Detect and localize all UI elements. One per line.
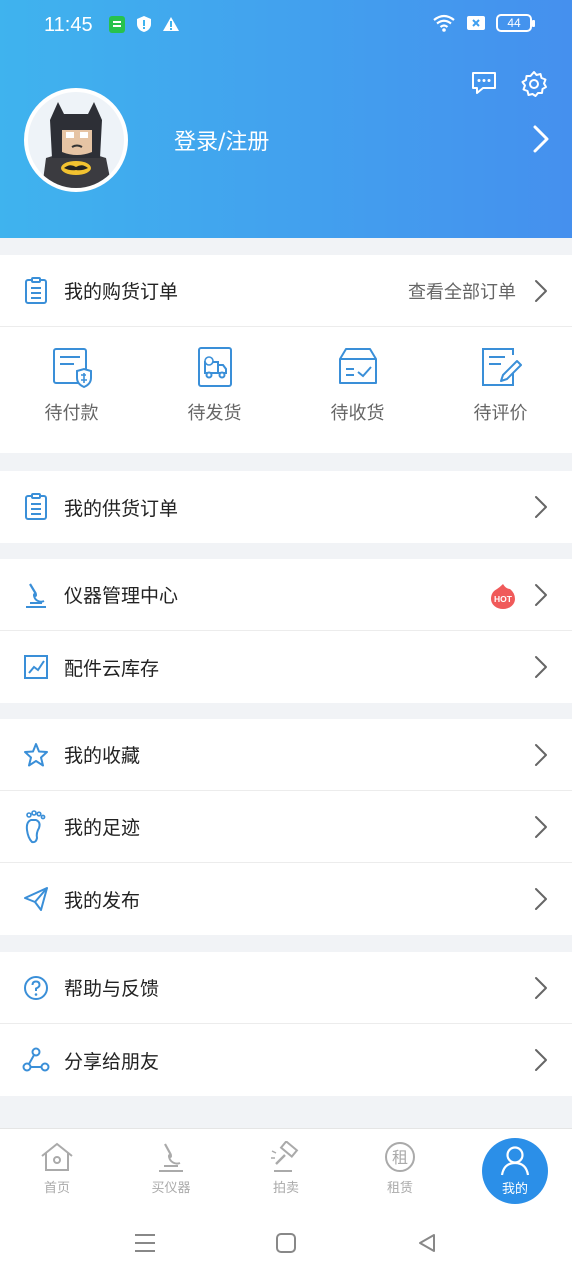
support-card: 帮助与反馈 分享给朋友 [0, 952, 572, 1096]
tab-rental[interactable]: 租 租赁 [343, 1129, 457, 1211]
user-icon [500, 1146, 530, 1176]
status-bar: 11:45 44 [0, 0, 572, 52]
supply-orders-row[interactable]: 我的供货订单 [0, 471, 572, 543]
microscope-icon [26, 583, 46, 608]
instrument-card: 仪器管理中心 HOT 配件云库存 [0, 559, 572, 703]
pending-shipment-icon [197, 347, 232, 387]
battery-indicator: 44 [496, 14, 535, 32]
share-friends-label: 分享给朋友 [64, 1050, 160, 1073]
chevron-right-icon [535, 816, 547, 838]
personal-card: 我的收藏 我的足迹 我的发布 [0, 719, 572, 935]
pending-review-button[interactable]: 待评价 [429, 327, 572, 453]
rental-icon-glyph: 租 [392, 1148, 408, 1167]
purchase-orders-label: 我的购货订单 [64, 281, 179, 303]
tab-buy-instruments-label: 买仪器 [151, 1181, 191, 1196]
purchase-orders-row[interactable]: 我的购货订单 查看全部订单 [0, 255, 572, 327]
parts-cloud-inventory-row[interactable]: 配件云库存 [0, 631, 572, 703]
status-time: 11:45 [44, 14, 93, 36]
chevron-right-icon [535, 584, 547, 606]
help-feedback-row[interactable]: 帮助与反馈 [0, 952, 572, 1024]
pending-payment-icon [52, 348, 92, 389]
clipboard-list-icon [25, 493, 47, 520]
chevron-right-icon [535, 1049, 547, 1071]
app-notification-icon [109, 16, 125, 33]
instrument-management-row[interactable]: 仪器管理中心 HOT [0, 559, 572, 631]
share-icon [22, 1047, 50, 1072]
pending-payment-button[interactable]: 待付款 [0, 327, 143, 453]
pending-shipment-label: 待发货 [187, 403, 242, 424]
purchase-orders-card: 我的购货订单 查看全部订单 待付款 待发货 待收货 待评价 [0, 255, 572, 453]
gavel-icon [271, 1141, 299, 1172]
home-icon [41, 1142, 73, 1171]
clipboard-list-icon [25, 277, 47, 304]
chevron-right-icon [535, 656, 547, 678]
tab-auction-label: 拍卖 [272, 1181, 299, 1196]
my-footprints-label: 我的足迹 [64, 817, 141, 839]
tab-auction[interactable]: 拍卖 [229, 1129, 343, 1211]
pending-shipment-button[interactable]: 待发货 [143, 327, 286, 453]
instrument-management-label: 仪器管理中心 [64, 585, 179, 607]
tab-rental-label: 租赁 [386, 1181, 413, 1196]
system-navigation-bar [0, 1210, 572, 1280]
settings-gear-icon[interactable] [520, 70, 548, 98]
chevron-right-icon [535, 496, 547, 518]
hot-badge-icon: HOT [491, 584, 515, 609]
my-posts-label: 我的发布 [64, 889, 141, 912]
my-favorites-label: 我的收藏 [64, 745, 141, 767]
tab-mine-label: 我的 [501, 1182, 528, 1197]
tab-buy-instruments[interactable]: 买仪器 [114, 1129, 228, 1211]
back-triangle-icon[interactable] [416, 1232, 438, 1254]
batman-avatar-icon [28, 92, 124, 188]
tab-home[interactable]: 首页 [0, 1129, 114, 1211]
tab-home-label: 首页 [43, 1181, 70, 1196]
question-circle-icon [24, 976, 48, 1000]
star-icon [24, 743, 48, 767]
shield-icon [137, 16, 151, 32]
my-favorites-row[interactable]: 我的收藏 [0, 719, 572, 791]
profile-header: 11:45 44 登录/注册 [0, 0, 572, 238]
menu-icon[interactable] [134, 1232, 156, 1254]
home-square-icon[interactable] [275, 1232, 297, 1254]
paper-plane-icon [24, 887, 48, 911]
microscope-icon [159, 1143, 183, 1172]
sim-off-icon [467, 16, 485, 30]
pending-review-icon [481, 348, 522, 386]
pending-receipt-icon [338, 348, 377, 384]
chart-line-icon [24, 655, 48, 679]
order-status-shortcuts: 待付款 待发货 待收货 待评价 [0, 327, 572, 453]
login-register-link[interactable]: 登录/注册 [174, 124, 269, 156]
hot-badge-label: HOT [494, 594, 513, 604]
pending-receipt-button[interactable]: 待收货 [286, 327, 429, 453]
avatar[interactable] [24, 88, 128, 192]
my-footprints-row[interactable]: 我的足迹 [0, 791, 572, 863]
share-friends-row[interactable]: 分享给朋友 [0, 1024, 572, 1096]
my-posts-row[interactable]: 我的发布 [0, 863, 572, 935]
chevron-right-icon [535, 280, 547, 302]
view-all-orders-link[interactable]: 查看全部订单 [408, 278, 516, 304]
footprint-icon [25, 810, 46, 844]
tab-mine[interactable]: 我的 [482, 1138, 548, 1204]
warning-icon [163, 17, 179, 31]
pending-review-label: 待评价 [473, 403, 528, 424]
rental-icon: 租 [385, 1142, 415, 1172]
pending-payment-label: 待付款 [44, 403, 99, 424]
chevron-right-icon [535, 744, 547, 766]
wifi-icon [433, 14, 455, 32]
parts-cloud-inventory-label: 配件云库存 [64, 657, 160, 680]
help-feedback-label: 帮助与反馈 [64, 978, 160, 1000]
supply-orders-card: 我的供货订单 [0, 471, 572, 543]
message-icon[interactable] [470, 70, 498, 96]
pending-receipt-label: 待收货 [330, 403, 385, 424]
chevron-right-icon[interactable] [532, 124, 550, 154]
chevron-right-icon [535, 977, 547, 999]
supply-orders-label: 我的供货订单 [64, 497, 179, 520]
chevron-right-icon [535, 888, 547, 910]
